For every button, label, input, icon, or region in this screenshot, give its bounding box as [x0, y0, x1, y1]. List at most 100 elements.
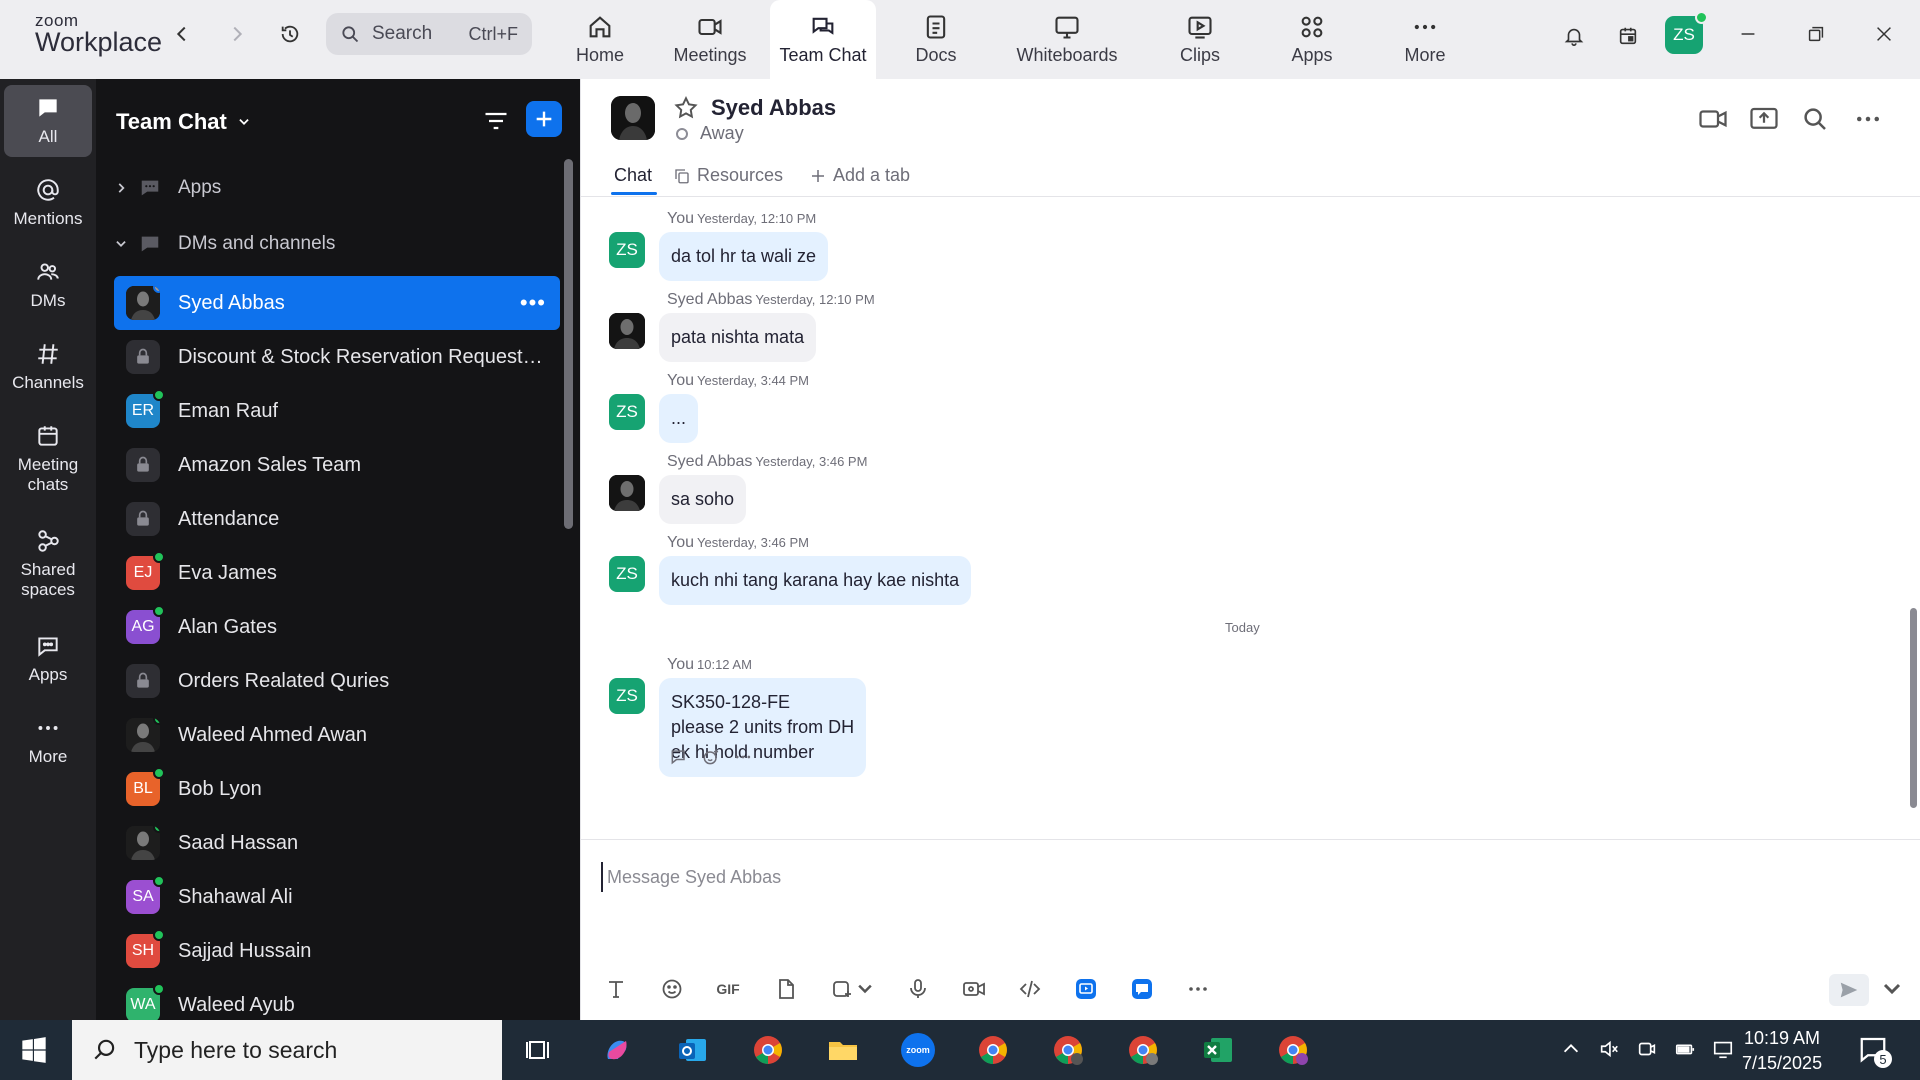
avatar[interactable]: ZS: [609, 232, 645, 268]
tab-chat[interactable]: Chat: [614, 165, 652, 186]
send-options-dropdown[interactable]: [1877, 974, 1907, 1004]
rail-item-mentions[interactable]: Mentions: [4, 177, 92, 229]
emoji-add-icon[interactable]: [701, 747, 721, 767]
network-icon[interactable]: [1712, 1038, 1734, 1060]
list-item[interactable]: Syed Abbas •••: [114, 276, 560, 330]
message-scrollbar[interactable]: [1906, 198, 1920, 838]
taskbar-clock[interactable]: 10:19 AM 7/15/2025: [1742, 1026, 1822, 1076]
profile-avatar[interactable]: ZS: [1665, 11, 1708, 54]
chrome-profile-icon[interactable]: [1051, 1033, 1085, 1067]
message-bubble[interactable]: da tol hr ta wali ze: [659, 232, 829, 281]
tab-resources[interactable]: Resources: [673, 165, 783, 186]
list-item[interactable]: SA Shahawal Ali: [114, 870, 560, 924]
avatar[interactable]: [609, 475, 645, 511]
rail-item-all[interactable]: All: [4, 85, 92, 158]
rail-item-shared-spaces[interactable]: Shared spaces: [4, 528, 92, 601]
favorite-star-button[interactable]: [673, 95, 699, 121]
message-sender[interactable]: You: [667, 372, 694, 389]
rail-item-apps[interactable]: Apps: [4, 633, 92, 685]
more-composer-options-button[interactable]: [1183, 974, 1213, 1004]
tab-team-chat[interactable]: Team Chat: [770, 0, 876, 79]
speaker-muted-icon[interactable]: [1598, 1038, 1620, 1060]
chrome-profile-icon[interactable]: [1276, 1033, 1310, 1067]
chat-list-scrollbar[interactable]: [564, 159, 573, 529]
close-button[interactable]: [1868, 18, 1900, 50]
calendar-button[interactable]: [1612, 20, 1644, 52]
list-item[interactable]: EJ Eva James: [114, 546, 560, 600]
rail-item-dms[interactable]: DMs: [4, 259, 92, 311]
list-item[interactable]: Discount & Stock Reservation Requests O.…: [114, 330, 560, 384]
format-text-button[interactable]: [601, 974, 631, 1004]
scrollbar-thumb[interactable]: [1910, 608, 1917, 808]
screenshot-dropdown[interactable]: [855, 974, 875, 1004]
excel-icon[interactable]: [1201, 1033, 1235, 1067]
windows-start-icon[interactable]: [20, 1036, 48, 1064]
tab-home[interactable]: Home: [560, 0, 640, 79]
chrome-profile-icon[interactable]: [1126, 1033, 1160, 1067]
send-button[interactable]: [1829, 974, 1869, 1006]
tab-whiteboards[interactable]: Whiteboards: [1005, 0, 1129, 79]
peer-name[interactable]: Syed Abbas: [711, 95, 836, 121]
avatar[interactable]: ZS: [609, 556, 645, 592]
message-sender[interactable]: Syed Abbas: [667, 453, 752, 470]
message-sender[interactable]: Syed Abbas: [667, 291, 752, 308]
message-bubble[interactable]: sa soho: [659, 475, 747, 524]
zoom-taskbar-icon[interactable]: zoom: [891, 1020, 945, 1080]
rail-item-channels[interactable]: Channels: [4, 341, 92, 393]
message-sender[interactable]: You: [667, 656, 694, 673]
back-button[interactable]: [166, 18, 198, 50]
reply-icon[interactable]: [669, 747, 689, 767]
notification-center-button[interactable]: 5: [1858, 1034, 1892, 1068]
chrome-icon[interactable]: [976, 1033, 1010, 1067]
screenshot-button[interactable]: [827, 974, 857, 1004]
emoji-button[interactable]: [657, 974, 687, 1004]
peer-avatar[interactable]: [611, 96, 655, 140]
message-input[interactable]: [601, 862, 1801, 892]
tab-more[interactable]: More: [1385, 0, 1465, 79]
more-icon[interactable]: [733, 747, 753, 767]
list-item[interactable]: Amazon Sales Team: [114, 438, 560, 492]
message-bubble[interactable]: pata nishta mata: [659, 313, 817, 362]
forward-button[interactable]: [221, 18, 253, 50]
attach-file-button[interactable]: [771, 974, 801, 1004]
avatar[interactable]: ZS: [609, 394, 645, 430]
tab-add[interactable]: Add a tab: [809, 165, 910, 186]
rail-item-meeting-chats[interactable]: Meeting chats: [4, 423, 92, 496]
meet-now-icon[interactable]: [1636, 1038, 1658, 1060]
list-item[interactable]: Attendance: [114, 492, 560, 546]
message-sender[interactable]: You: [667, 210, 694, 227]
notifications-button[interactable]: [1558, 20, 1590, 52]
code-snippet-button[interactable]: [1015, 974, 1045, 1004]
copilot-icon[interactable]: [600, 1033, 634, 1067]
filter-button[interactable]: [482, 107, 510, 135]
tab-clips[interactable]: Clips: [1160, 0, 1240, 79]
avatar[interactable]: ZS: [609, 678, 645, 714]
video-call-button[interactable]: [1698, 104, 1728, 134]
taskbar-search-input[interactable]: Type here to search: [72, 1020, 502, 1080]
message-bubble[interactable]: ...: [659, 394, 699, 443]
list-item[interactable]: Orders Realated Quries: [114, 654, 560, 708]
chat-app-button[interactable]: [1127, 974, 1157, 1004]
list-item[interactable]: Waleed Ahmed Awan: [114, 708, 560, 762]
rail-item-more[interactable]: More: [4, 715, 92, 767]
minimize-button[interactable]: [1732, 18, 1764, 50]
message-sender[interactable]: You: [667, 534, 694, 551]
section-dms-channels[interactable]: DMs and channels: [114, 233, 335, 255]
list-item[interactable]: BL Bob Lyon: [114, 762, 560, 816]
restore-button[interactable]: [1800, 18, 1832, 50]
tab-apps[interactable]: Apps: [1272, 0, 1352, 79]
voice-message-button[interactable]: [903, 974, 933, 1004]
file-explorer-icon[interactable]: [826, 1033, 860, 1067]
battery-icon[interactable]: [1674, 1038, 1696, 1060]
list-item[interactable]: AG Alan Gates: [114, 600, 560, 654]
list-item[interactable]: SH Sajjad Hussain: [114, 924, 560, 978]
search-input[interactable]: Search Ctrl+F: [326, 13, 532, 55]
outlook-icon[interactable]: [676, 1033, 710, 1067]
search-chat-button[interactable]: [1800, 104, 1830, 134]
share-screen-button[interactable]: [1749, 104, 1779, 134]
clips-app-button[interactable]: [1071, 974, 1101, 1004]
message-bubble[interactable]: kuch nhi tang karana hay kae nishta: [659, 556, 972, 605]
gif-button[interactable]: GIF: [713, 974, 743, 1004]
chat-options-button[interactable]: [1853, 104, 1883, 134]
item-more-button[interactable]: •••: [520, 290, 546, 316]
